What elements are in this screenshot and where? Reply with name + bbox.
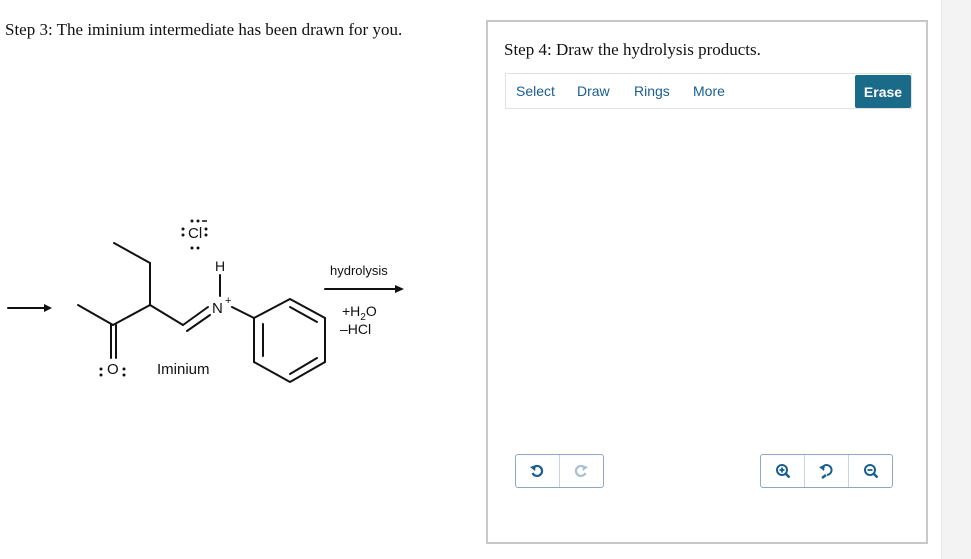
undo-button[interactable]	[516, 455, 560, 487]
undo-icon	[530, 464, 544, 478]
page-scroll-strip[interactable]	[941, 0, 971, 559]
incoming-arrow-head	[44, 304, 52, 312]
phenyl-ring	[253, 297, 326, 384]
zoom-reset-button[interactable]	[805, 455, 849, 487]
draw-tool[interactable]: Draw	[577, 83, 610, 99]
more-tool[interactable]: More	[693, 83, 725, 99]
reaction-arrow-head	[395, 285, 404, 293]
nitrogen-charge: +	[225, 295, 231, 307]
history-controls	[515, 454, 604, 488]
add-water-label: +H2O	[342, 303, 377, 323]
remove-hcl-label: –HCl	[340, 321, 371, 337]
hydrogen-symbol: H	[215, 258, 225, 274]
rings-tool[interactable]: Rings	[634, 83, 670, 99]
hydrolysis-label: hydrolysis	[330, 263, 388, 278]
zoom-reset-icon	[818, 464, 833, 479]
chloride-symbol: Cl	[188, 225, 202, 242]
nitrogen-symbol: N	[212, 300, 223, 317]
iminium-label: Iminium	[157, 361, 210, 378]
redo-button[interactable]	[560, 455, 604, 487]
select-tool[interactable]: Select	[516, 83, 555, 99]
step3-title: Step 3: The iminium intermediate has bee…	[5, 20, 403, 39]
redo-icon	[575, 464, 589, 478]
zoom-in-button[interactable]	[761, 455, 805, 487]
zoom-out-button[interactable]	[849, 455, 892, 487]
zoom-in-icon	[775, 464, 790, 479]
erase-button[interactable]: Erase	[855, 75, 911, 108]
iminium-reaction-drawing: Cl H N + O Iminium hydrolysis +H2O –HCl	[7, 219, 404, 384]
step4-title: Step 4: Draw the hydrolysis products.	[504, 40, 761, 59]
zoom-out-icon	[863, 464, 878, 479]
oxygen-symbol: O	[107, 361, 119, 378]
zoom-controls	[760, 454, 893, 488]
